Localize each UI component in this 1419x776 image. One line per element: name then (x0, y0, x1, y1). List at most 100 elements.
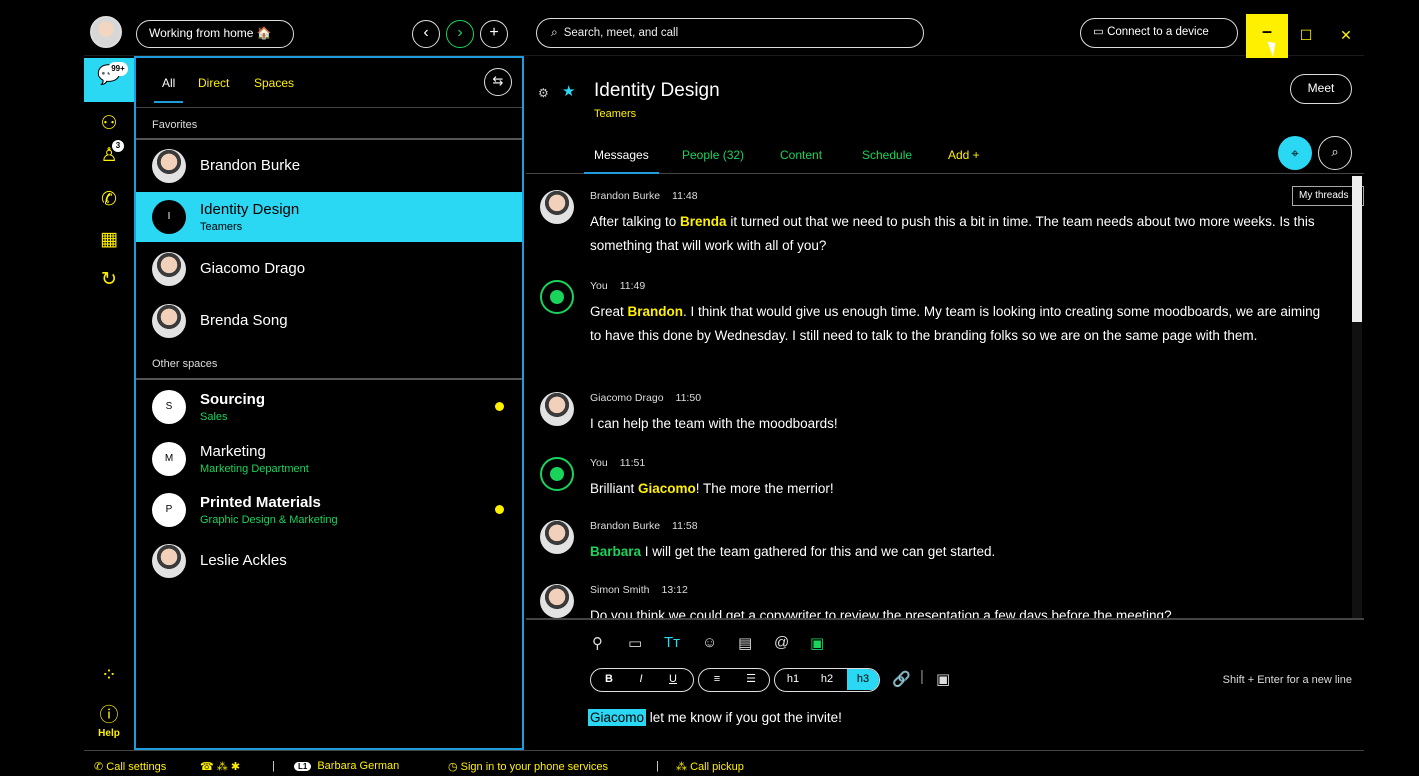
chat-panel: ⚙ ★ Identity Design Teamers Meet Message… (526, 56, 1364, 750)
rail-refresh[interactable]: ↻ (84, 262, 134, 298)
whiteboard-icon[interactable]: ▣ (810, 634, 824, 652)
heading2-button[interactable]: h2 (815, 669, 839, 690)
code-block-icon[interactable]: ▣ (936, 670, 950, 688)
rail-messages[interactable]: 💬 99+ (84, 58, 134, 102)
list-item-selected[interactable]: I Identity Design Teamers (136, 192, 522, 242)
rail-teams[interactable]: ⚇ (84, 106, 134, 142)
space-team[interactable]: Teamers (594, 108, 636, 120)
composer-text: let me know if you got the invite! (646, 710, 842, 725)
filter-spaces[interactable]: Spaces (254, 76, 294, 90)
add-icon[interactable]: + (480, 20, 508, 48)
phone-icon: ✆ (101, 189, 117, 210)
rail-calling[interactable]: ✆ (84, 182, 134, 218)
meet-button[interactable]: Meet (1290, 74, 1352, 104)
heading3-button[interactable]: h3 (847, 669, 879, 690)
divider (136, 138, 522, 140)
status-button[interactable]: Working from home 🏠 (136, 20, 294, 48)
call-pickup-link[interactable]: ⁂ Call pickup (676, 760, 744, 773)
connect-to-device-button[interactable]: ▭ Connect to a device (1080, 18, 1238, 48)
tab-schedule[interactable]: Schedule (862, 148, 912, 162)
my-avatar[interactable] (90, 16, 122, 48)
connect-label: Connect to a device (1107, 26, 1209, 38)
scrollbar-thumb[interactable] (1352, 176, 1362, 322)
search-placeholder: Search, meet, and call (563, 27, 679, 39)
composer-mention[interactable]: Giacomo (588, 709, 647, 726)
search-input[interactable]: ⌕ Search, meet, and call (536, 18, 924, 48)
list-item[interactable]: M Marketing Marketing Department (136, 434, 522, 484)
tab-content[interactable]: Content (780, 148, 822, 162)
avatar: P (152, 493, 186, 527)
list-item[interactable]: Leslie Ackles (136, 536, 522, 586)
list-item[interactable]: Brandon Burke (136, 141, 522, 191)
line-user[interactable]: L1 Barbara German (294, 760, 399, 772)
message-input[interactable]: Giacomo let me know if you got the invit… (588, 709, 842, 726)
my-threads-icon[interactable]: ⌖ (1278, 136, 1312, 170)
close-button[interactable]: ✕ (1332, 22, 1360, 50)
message-author: Simon Smith (590, 584, 650, 596)
maximize-button[interactable]: ☐ (1292, 22, 1320, 50)
call-pickup-icon: ⁂ (676, 761, 691, 773)
mention[interactable]: Brandon (628, 304, 684, 319)
avatar (152, 149, 186, 183)
conversation-team: Marketing Department (200, 463, 309, 475)
tab-messages[interactable]: Messages (584, 148, 659, 174)
clock-icon: ◷ (448, 761, 461, 773)
heading1-button[interactable]: h1 (781, 669, 805, 690)
mention[interactable]: Barbara (590, 544, 641, 559)
emoji-icon[interactable]: ☺ (702, 634, 717, 651)
list-item[interactable]: S Sourcing Sales (136, 382, 522, 432)
message-time: 11:51 (619, 457, 646, 469)
message-scrollbar[interactable] (1352, 176, 1362, 618)
text-format-icon[interactable]: Tт (664, 634, 680, 651)
conversation-name: Printed Materials (200, 494, 321, 511)
settings-gear-icon[interactable]: ⚙ (538, 86, 549, 100)
back-arrow-icon[interactable]: ‹ (412, 20, 440, 48)
list-item[interactable]: P Printed Materials Graphic Design & Mar… (136, 485, 522, 535)
forward-arrow-icon[interactable]: › (446, 20, 474, 48)
favorite-star-icon[interactable]: ★ (562, 82, 575, 100)
list-item[interactable]: Giacomo Drago (136, 244, 522, 294)
gif-icon[interactable]: ▤ (738, 634, 752, 652)
message-meta: Simon Smith 13:12 (590, 584, 688, 596)
rail-apps[interactable]: ⁘ (84, 658, 134, 694)
space-search-icon[interactable]: ⌕ (1318, 136, 1352, 170)
message-list: Brandon Burke 11:48 After talking to Bren… (526, 176, 1356, 618)
link-icon[interactable]: 🔗 (892, 670, 911, 688)
bold-button[interactable]: B (597, 669, 621, 690)
sign-in-label: Sign in to your phone services (460, 761, 609, 773)
message-time: 11:49 (619, 280, 646, 292)
bullet-list-button[interactable]: ☰ (739, 669, 763, 690)
filter-row: All Direct Spaces ⇆ (136, 58, 522, 108)
favorites-label: Favorites (152, 119, 198, 131)
mention[interactable]: Giacomo (638, 481, 696, 496)
unread-dot-icon (495, 402, 504, 411)
rail-meetings[interactable]: ▦ (84, 222, 134, 258)
message-time: 11:58 (672, 520, 698, 532)
message-author: Giacomo Drago (590, 392, 664, 404)
ordered-list-button[interactable]: ≡ (705, 669, 729, 690)
teams-icon: ⚇ (100, 113, 118, 134)
text-segment: . I think that would give us enough time… (590, 304, 1321, 343)
mention[interactable]: Brenda (680, 214, 727, 229)
filter-options-icon[interactable]: ⇆ (484, 68, 512, 96)
call-settings-link[interactable]: ✆ Call settings (94, 760, 166, 773)
italic-button[interactable]: I (629, 669, 653, 690)
underline-button[interactable]: U (661, 669, 685, 690)
avatar: S (152, 390, 186, 424)
mention-icon[interactable]: @ (774, 634, 789, 651)
attach-icon[interactable]: ⚲ (592, 634, 603, 652)
tab-add[interactable]: Add + (948, 148, 980, 162)
screenshot-icon[interactable]: ▭ (628, 634, 642, 652)
search-icon: ⌕ (551, 25, 558, 39)
tab-people[interactable]: People (32) (682, 148, 744, 162)
conversation-name: Sourcing (200, 391, 266, 408)
filter-direct[interactable]: Direct (198, 76, 229, 90)
list-item[interactable]: Brenda Song (136, 296, 522, 346)
text-segment: After talking to (590, 214, 681, 229)
minimize-button[interactable]: – (1246, 14, 1288, 58)
headset-icon: ☎ (200, 761, 214, 773)
text-segment: I will get the team gathered for this an… (641, 544, 996, 559)
sign-in-link[interactable]: ◷ Sign in to your phone services (448, 760, 608, 773)
filter-all[interactable]: All (153, 76, 184, 103)
rail-contacts[interactable]: ♙ 3 (84, 138, 134, 174)
